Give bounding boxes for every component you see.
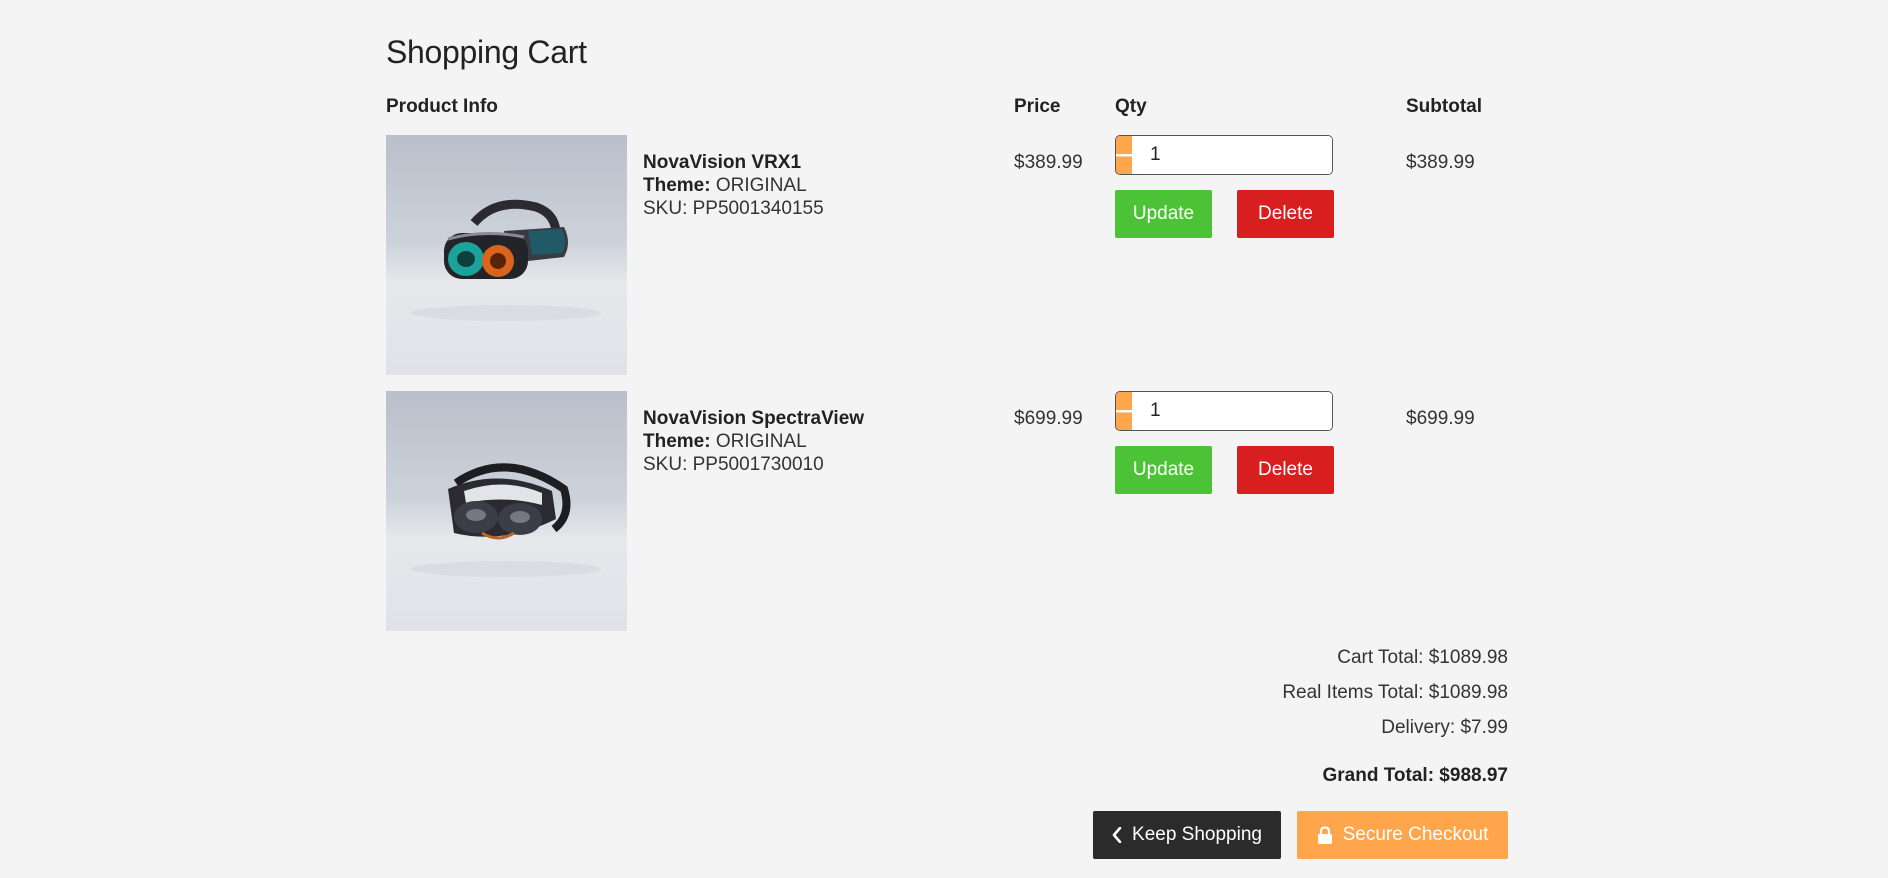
product-price: $699.99 bbox=[1014, 408, 1083, 429]
column-header-subtotal: Subtotal bbox=[1406, 96, 1482, 117]
delivery-total: Delivery: $7.99 bbox=[1381, 717, 1508, 738]
theme-value: ORIGINAL bbox=[715, 175, 807, 196]
delete-button[interactable]: Delete bbox=[1237, 446, 1334, 494]
qty-decrease-button[interactable] bbox=[1116, 136, 1132, 174]
cart-total: Cart Total: $1089.98 bbox=[1337, 647, 1508, 668]
lock-icon bbox=[1317, 825, 1333, 845]
minus-icon bbox=[1116, 154, 1132, 157]
minus-icon bbox=[1116, 410, 1132, 413]
column-header-price: Price bbox=[1014, 96, 1061, 117]
theme-label: Theme: bbox=[643, 175, 711, 196]
product-price: $389.99 bbox=[1014, 152, 1083, 173]
keep-shopping-label: Keep Shopping bbox=[1132, 824, 1262, 845]
quantity-stepper bbox=[1115, 135, 1333, 175]
update-button[interactable]: Update bbox=[1115, 190, 1212, 238]
product-sku: SKU: PP5001730010 bbox=[643, 454, 824, 475]
product-theme: Theme: ORIGINAL bbox=[643, 175, 807, 197]
keep-shopping-button[interactable]: Keep Shopping bbox=[1093, 811, 1281, 859]
cart-item-row: NovaVision SpectraView Theme: ORIGINAL S… bbox=[386, 391, 1508, 631]
product-theme: Theme: ORIGINAL bbox=[643, 431, 807, 453]
vr-headset-image bbox=[411, 199, 601, 321]
product-sku: SKU: PP5001340155 bbox=[643, 198, 824, 219]
vr-headset-image bbox=[411, 463, 601, 577]
page-title: Shopping Cart bbox=[386, 34, 587, 70]
product-name[interactable]: NovaVision SpectraView bbox=[643, 408, 864, 430]
theme-label: Theme: bbox=[643, 431, 711, 452]
quantity-stepper bbox=[1115, 391, 1333, 431]
product-subtotal: $389.99 bbox=[1406, 152, 1475, 173]
secure-checkout-button[interactable]: Secure Checkout bbox=[1297, 811, 1508, 859]
column-header-qty: Qty bbox=[1115, 96, 1147, 117]
column-header-product: Product Info bbox=[386, 96, 498, 117]
cart-item-row: NovaVision VRX1 Theme: ORIGINAL SKU: PP5… bbox=[386, 135, 1508, 375]
secure-checkout-label: Secure Checkout bbox=[1342, 824, 1489, 845]
product-subtotal: $699.99 bbox=[1406, 408, 1475, 429]
shopping-cart-page: Shopping Cart Product Info Price Qty Sub… bbox=[386, 0, 1508, 878]
qty-input[interactable] bbox=[1132, 136, 1332, 174]
real-items-total: Real Items Total: $1089.98 bbox=[1282, 682, 1508, 703]
qty-input[interactable] bbox=[1132, 392, 1332, 430]
delete-button[interactable]: Delete bbox=[1237, 190, 1334, 238]
product-image[interactable] bbox=[386, 391, 627, 631]
chevron-left-icon bbox=[1112, 827, 1122, 843]
qty-decrease-button[interactable] bbox=[1116, 392, 1132, 430]
theme-value: ORIGINAL bbox=[715, 431, 807, 452]
update-button[interactable]: Update bbox=[1115, 446, 1212, 494]
grand-total: Grand Total: $988.97 bbox=[1322, 765, 1509, 786]
product-name[interactable]: NovaVision VRX1 bbox=[643, 152, 801, 174]
product-image[interactable] bbox=[386, 135, 627, 375]
